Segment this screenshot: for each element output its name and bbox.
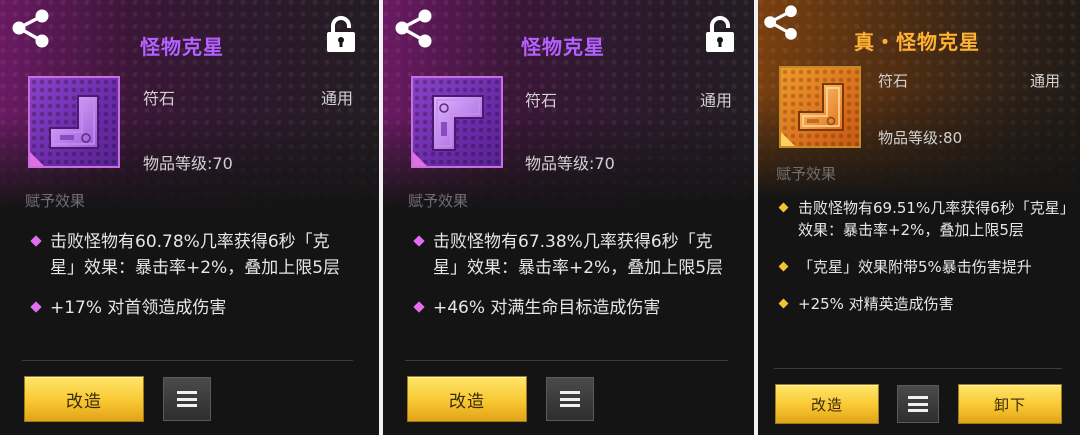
divider [405,360,728,361]
item-type: 符石 [143,89,176,108]
item-usage: 通用 [699,91,732,110]
item-icon-frame [779,66,861,148]
rune-tooltip-panel-3: 真・怪物克星 符石 通用 物品等级:80 赋予效果 击败怪物有69.51%几率获… [758,0,1080,435]
effect-text: +46% 对满生命目标造成伤害 [433,298,661,318]
effect-text: 「克星」效果附带5%暴击伤害提升 [798,258,1032,276]
diamond-bullet-icon [778,298,789,309]
menu-icon [560,391,580,407]
modify-button[interactable]: 改造 [407,376,527,422]
unlock-icon[interactable] [325,16,361,54]
share-icon[interactable] [762,4,800,42]
rune-purple-icon [432,95,484,151]
item-icon-frame [28,76,120,168]
share-icon[interactable] [393,8,435,50]
effect-item: 「克星」效果附带5%暴击伤害提升 [778,256,1070,278]
unlock-icon[interactable] [704,16,740,54]
effect-item: +17% 对首领造成伤害 [30,295,352,321]
effects-list: 击败怪物有67.38%几率获得6秒「克星」效果：暴击率+2%，叠加上限5层 +4… [413,229,735,335]
section-label: 赋予效果 [776,165,837,183]
rune-purple-icon [49,95,99,149]
item-icon-frame [411,76,503,168]
item-level: 物品等级:70 [143,154,233,173]
item-usage: 通用 [320,89,353,108]
item-type: 符石 [878,72,909,90]
rarity-corner [413,152,427,166]
menu-icon [177,391,197,407]
diamond-bullet-icon [30,235,42,247]
rarity-corner [30,152,44,166]
effect-item: 击败怪物有67.38%几率获得6秒「克星」效果：暴击率+2%，叠加上限5层 [413,229,735,281]
divider [22,360,353,361]
modify-button[interactable]: 改造 [775,384,879,424]
modify-button[interactable]: 改造 [24,376,144,422]
item-title: 真・怪物克星 [854,30,980,54]
share-icon[interactable] [10,8,52,50]
menu-icon [908,396,928,412]
effect-item: +25% 对精英造成伤害 [778,293,1070,315]
item-title: 怪物克星 [521,35,605,59]
diamond-bullet-icon [30,301,42,313]
effect-text: +25% 对精英造成伤害 [798,295,954,313]
effect-item: 击败怪物有69.51%几率获得6秒「克星」效果：暴击率+2%，叠加上限5层 [778,197,1070,241]
effects-list: 击败怪物有69.51%几率获得6秒「克星」效果：暴击率+2%，叠加上限5层 「克… [778,197,1070,330]
diamond-bullet-icon [778,261,789,272]
rune-tooltip-panel-2: 怪物克星 符石 通用 物品等级:70 赋予效果 击败怪物有67.38%几率获得6… [383,0,754,435]
effect-text: +17% 对首领造成伤害 [50,298,227,318]
menu-button[interactable] [897,385,939,423]
effect-item: +46% 对满生命目标造成伤害 [413,295,735,321]
diamond-bullet-icon [413,301,425,313]
diamond-bullet-icon [778,202,789,213]
section-label: 赋予效果 [25,192,86,210]
effect-text: 击败怪物有69.51%几率获得6秒「克星」效果：暴击率+2%，叠加上限5层 [798,199,1068,239]
diamond-bullet-icon [413,235,425,247]
item-usage: 通用 [1029,72,1060,90]
item-type: 符石 [525,91,558,110]
menu-button[interactable] [546,377,594,421]
item-level: 物品等级:70 [525,154,615,173]
rune-orange-icon [798,83,844,131]
item-title: 怪物克星 [140,35,224,59]
rune-tooltip-panel-1: 怪物克星 符石 通用 物品等级:70 赋予效果 击败怪物有60.78%几率获得6… [0,0,379,435]
effects-list: 击败怪物有60.78%几率获得6秒「克星」效果：暴击率+2%，叠加上限5层 +1… [30,229,352,335]
menu-button[interactable] [163,377,211,421]
item-level: 物品等级:80 [878,129,963,147]
section-label: 赋予效果 [408,192,469,210]
divider [774,368,1062,369]
rarity-corner [781,132,795,146]
effect-item: 击败怪物有60.78%几率获得6秒「克星」效果：暴击率+2%，叠加上限5层 [30,229,352,281]
effect-text: 击败怪物有60.78%几率获得6秒「克星」效果：暴击率+2%，叠加上限5层 [50,232,341,278]
effect-text: 击败怪物有67.38%几率获得6秒「克星」效果：暴击率+2%，叠加上限5层 [433,232,724,278]
unequip-button[interactable]: 卸下 [958,384,1062,424]
